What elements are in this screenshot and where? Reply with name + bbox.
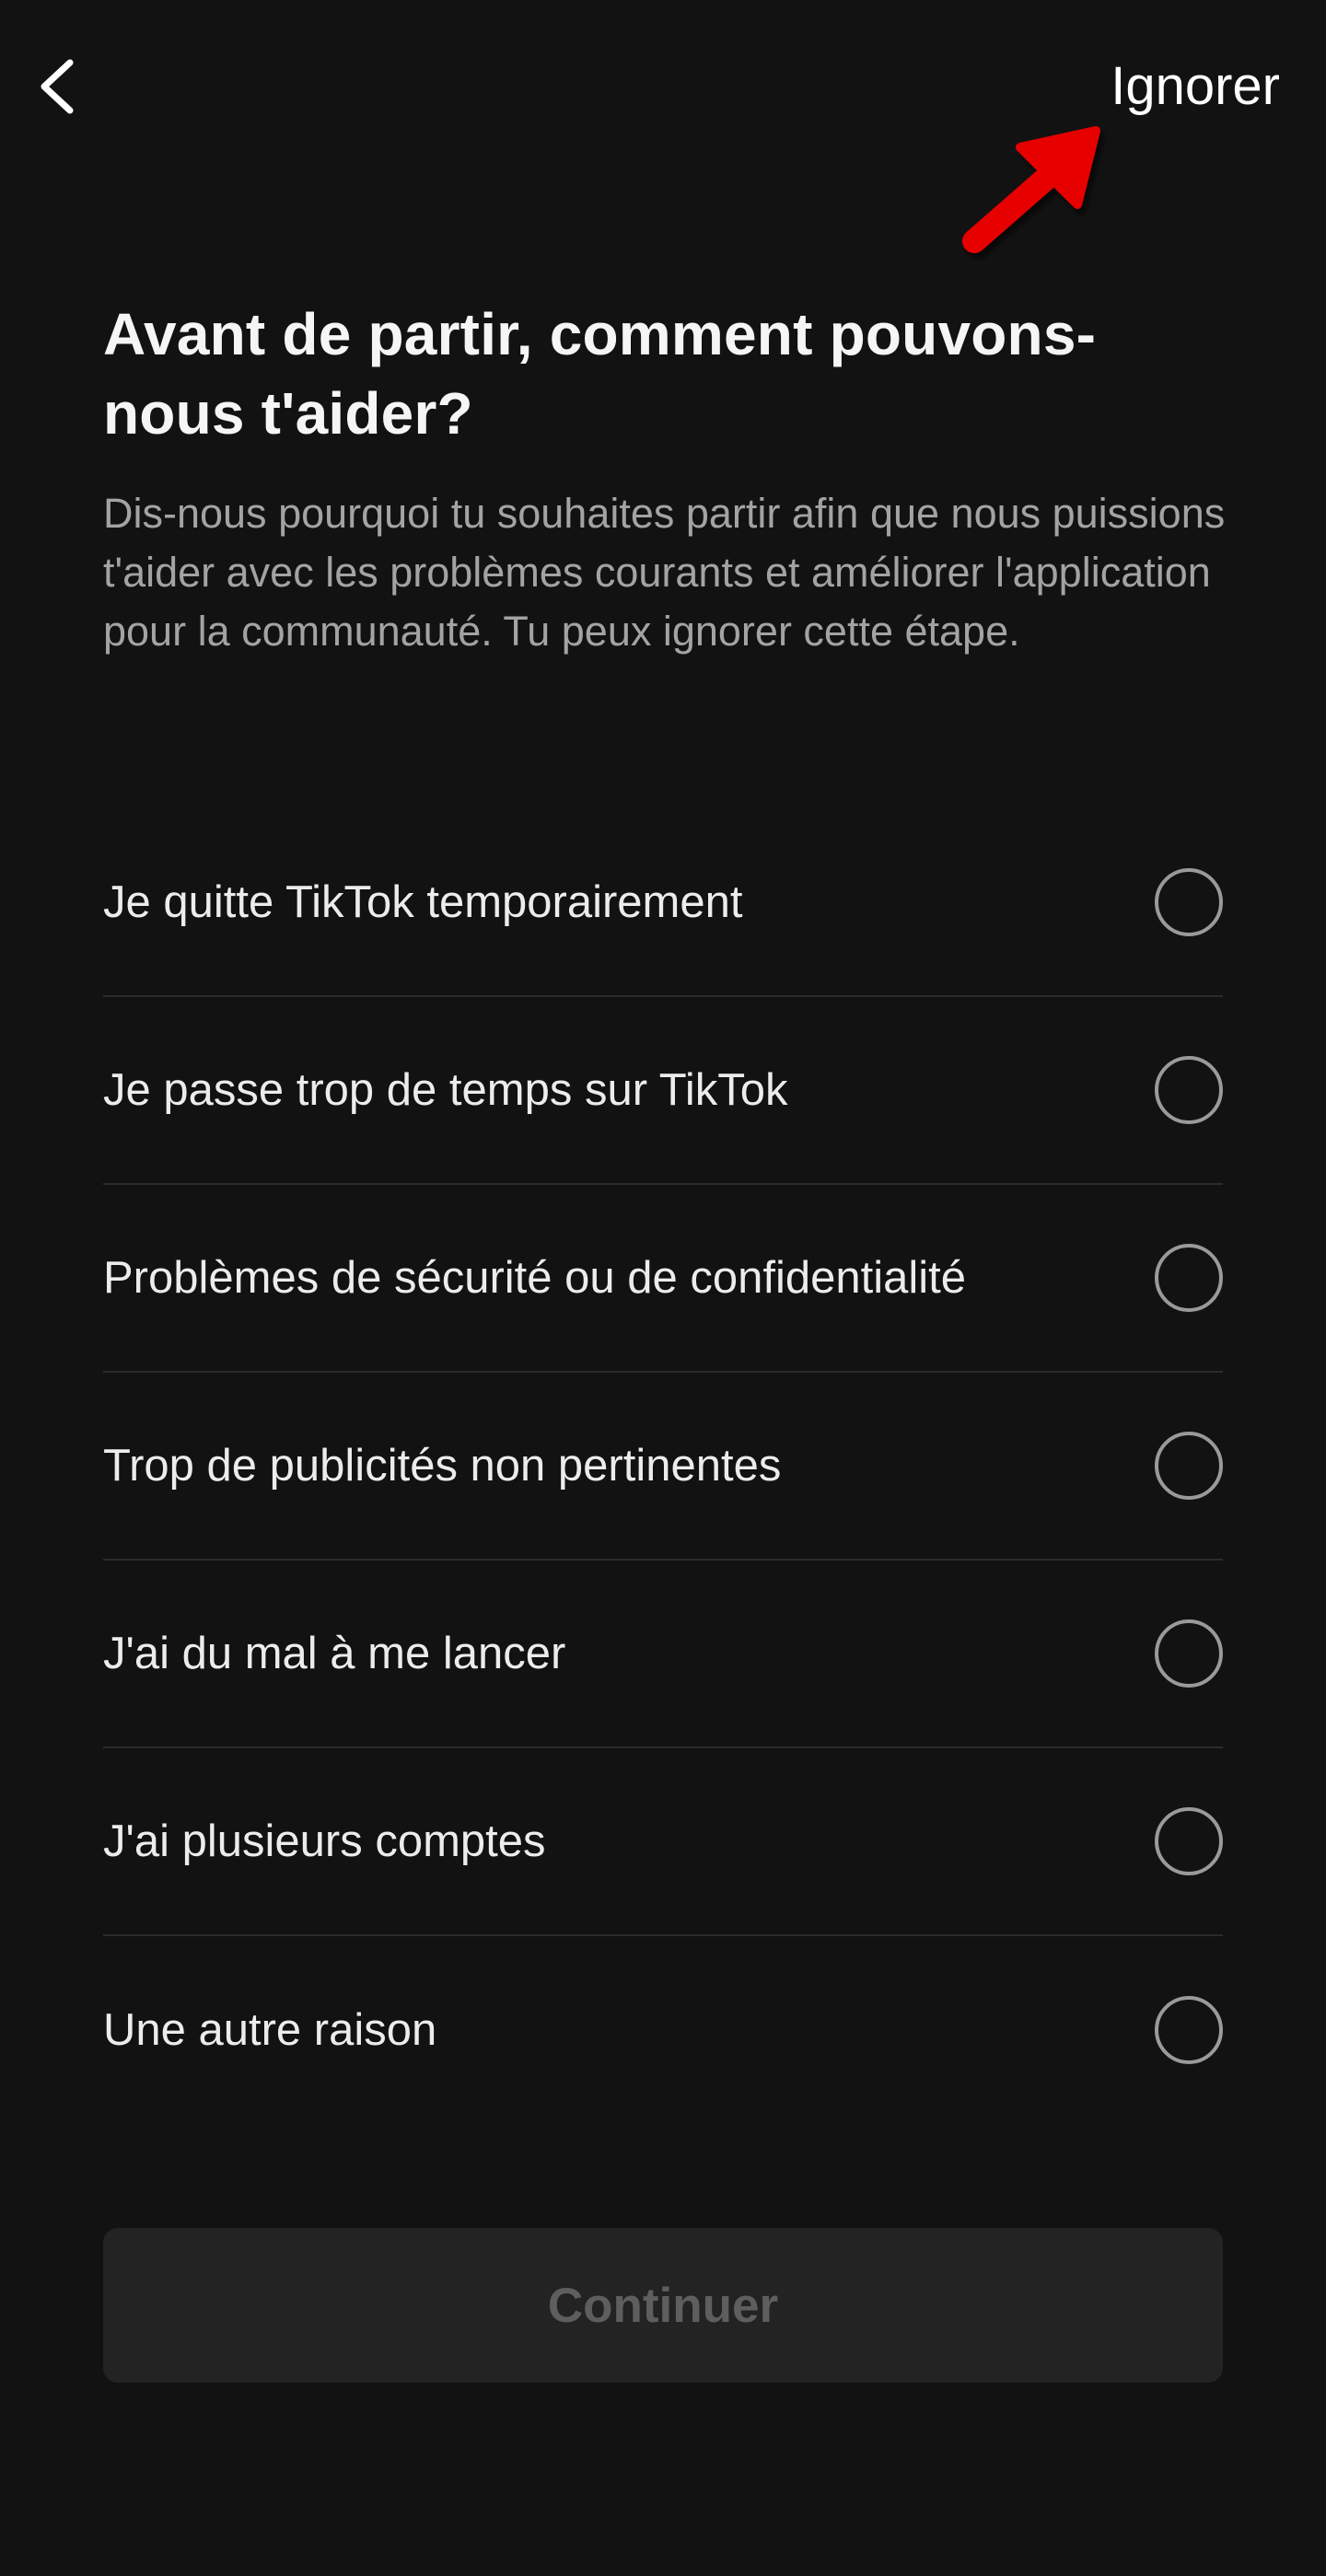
- option-label: Trop de publicités non pertinentes: [103, 1441, 782, 1491]
- back-button[interactable]: [37, 48, 110, 125]
- option-label: Je passe trop de temps sur TikTok: [103, 1065, 788, 1115]
- top-bar: Ignorer: [0, 0, 1326, 175]
- option-label: Problèmes de sécurité ou de confidential…: [103, 1253, 967, 1303]
- chevron-left-icon: [41, 59, 74, 114]
- option-label: J'ai du mal à me lancer: [103, 1629, 566, 1678]
- radio-button[interactable]: [1155, 1996, 1223, 2064]
- red-arrow-annotation-icon: [962, 126, 1100, 253]
- radio-button[interactable]: [1155, 1432, 1223, 1500]
- skip-button[interactable]: Ignorer: [1111, 52, 1280, 122]
- option-getting-started[interactable]: J'ai du mal à me lancer: [103, 1561, 1223, 1748]
- option-label: J'ai plusieurs comptes: [103, 1816, 546, 1866]
- reason-options-list: Je quitte TikTok temporairement Je passe…: [103, 809, 1223, 2124]
- radio-button[interactable]: [1155, 868, 1223, 936]
- radio-button[interactable]: [1155, 1056, 1223, 1124]
- continue-button[interactable]: Continuer: [103, 2228, 1223, 2383]
- option-leaving-temporarily[interactable]: Je quitte TikTok temporairement: [103, 809, 1223, 997]
- option-multiple-accounts[interactable]: J'ai plusieurs comptes: [103, 1748, 1223, 1936]
- option-other-reason[interactable]: Une autre raison: [103, 1936, 1223, 2124]
- radio-button[interactable]: [1155, 1619, 1223, 1688]
- intro-section: Avant de partir, comment pouvons-nous t'…: [103, 295, 1225, 661]
- option-label: Je quitte TikTok temporairement: [103, 877, 743, 927]
- page-description: Dis-nous pourquoi tu souhaites partir af…: [103, 490, 1226, 655]
- radio-button[interactable]: [1155, 1807, 1223, 1875]
- option-irrelevant-ads[interactable]: Trop de publicités non pertinentes: [103, 1373, 1223, 1561]
- page-title: Avant de partir, comment pouvons-nous t'…: [103, 301, 1097, 447]
- radio-button[interactable]: [1155, 1244, 1223, 1312]
- option-privacy-security[interactable]: Problèmes de sécurité ou de confidential…: [103, 1185, 1223, 1373]
- option-too-much-time[interactable]: Je passe trop de temps sur TikTok: [103, 997, 1223, 1185]
- option-label: Une autre raison: [103, 2005, 437, 2055]
